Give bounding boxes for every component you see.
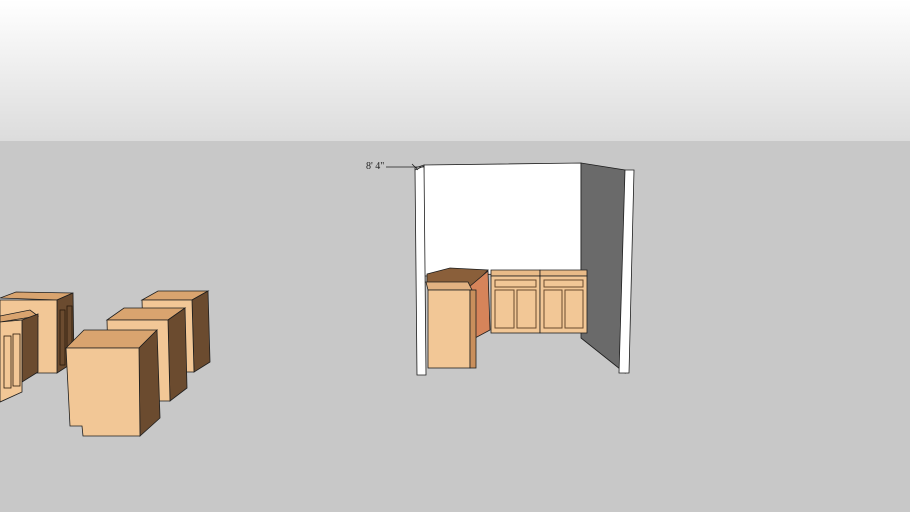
scene-canvas[interactable]: [0, 0, 910, 512]
room-left-cabinet-face: [469, 289, 477, 369]
room-left-cabinet-top: [425, 281, 473, 291]
back-cabinet-2[interactable]: [539, 269, 588, 334]
back-cabinet-1[interactable]: [490, 269, 541, 334]
sky: [0, 0, 910, 141]
left-wall[interactable]: [414, 164, 427, 376]
loose-cabinet-e[interactable]: [65, 329, 161, 437]
3d-viewport[interactable]: 8' 4": [0, 0, 910, 512]
right-wall[interactable]: [580, 162, 626, 374]
back-wall[interactable]: [423, 162, 582, 277]
room-left-cabinet-side[interactable]: [427, 289, 471, 369]
dimension-label[interactable]: 8' 4": [366, 162, 384, 172]
